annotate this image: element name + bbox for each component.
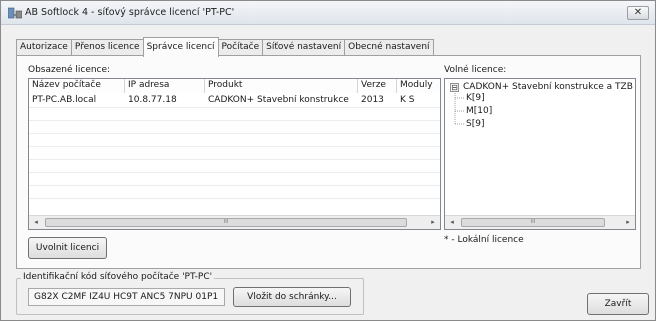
cell-version: 2013 bbox=[361, 95, 384, 105]
row-divider bbox=[29, 172, 440, 173]
table-horizontal-scrollbar[interactable]: ◂ III ▸ bbox=[29, 215, 440, 229]
scroll-right-icon[interactable]: ▸ bbox=[621, 216, 635, 229]
computer-id-field[interactable]: G82X C2MF IZ4U HC9T ANC5 7NPU 01P1 bbox=[28, 288, 225, 306]
column-header-product[interactable]: Produkt bbox=[205, 79, 358, 93]
tab-autorizace[interactable]: Autorizace bbox=[16, 39, 72, 56]
close-icon: ✕ bbox=[633, 7, 643, 18]
row-divider bbox=[29, 159, 440, 160]
row-divider bbox=[29, 198, 440, 199]
scroll-right-icon[interactable]: ▸ bbox=[426, 216, 440, 229]
tree-child-k[interactable]: K[9] bbox=[466, 93, 485, 104]
scroll-thumb[interactable]: III bbox=[461, 218, 605, 227]
row-divider bbox=[29, 146, 440, 147]
tree-horizontal-scrollbar[interactable]: ◂ III ▸ bbox=[445, 215, 635, 229]
column-header-modules[interactable]: Moduly bbox=[397, 79, 440, 93]
window-title: AB Softlock 4 - síťový správce licencí '… bbox=[25, 7, 235, 18]
column-header-computer[interactable]: Název počítače bbox=[29, 79, 125, 93]
title-bar: AB Softlock 4 - síťový správce licencí '… bbox=[1, 1, 655, 25]
tab-obecne-nastaveni[interactable]: Obecné nastavení bbox=[344, 39, 434, 56]
close-window-button[interactable]: ✕ bbox=[627, 6, 649, 20]
local-license-note: * - Lokální licence bbox=[444, 235, 524, 245]
column-header-ip[interactable]: IP adresa bbox=[125, 79, 205, 93]
scroll-thumb[interactable]: III bbox=[45, 218, 407, 227]
occupied-licenses-table[interactable]: Název počítače IP adresa Produkt Verze M… bbox=[28, 78, 441, 230]
scroll-left-icon[interactable]: ◂ bbox=[29, 216, 43, 229]
tab-strip: Autorizace Přenos licence Správce licenc… bbox=[16, 37, 434, 57]
tree-child-m[interactable]: M[10] bbox=[466, 106, 492, 117]
free-licenses-tree[interactable]: ⊟ CADKON+ Stavební konstrukce a TZB 2013… bbox=[444, 78, 636, 230]
close-button[interactable]: Zavřít bbox=[587, 293, 649, 315]
table-header: Název počítače IP adresa Produkt Verze M… bbox=[29, 79, 440, 93]
tree-child-s[interactable]: S[9] bbox=[466, 119, 484, 130]
tab-prenos-licence[interactable]: Přenos licence bbox=[70, 39, 144, 56]
column-header-version[interactable]: Verze bbox=[358, 79, 397, 93]
app-icon bbox=[8, 7, 22, 19]
tab-sitove-nastaveni[interactable]: Síťové nastavení bbox=[262, 39, 346, 56]
app-window: AB Softlock 4 - síťový správce licencí '… bbox=[0, 0, 656, 321]
row-divider bbox=[29, 107, 440, 108]
occupied-licenses-label: Obsazené licence: bbox=[28, 65, 111, 75]
copy-to-clipboard-button[interactable]: Vložit do schránky... bbox=[233, 287, 351, 307]
free-licenses-label: Volné licence: bbox=[444, 65, 507, 75]
cell-ip: 10.8.77.18 bbox=[128, 95, 177, 105]
release-license-button[interactable]: Uvolnit licenci bbox=[28, 237, 107, 259]
tree-root-product[interactable]: CADKON+ Stavební konstrukce a TZB 2013 bbox=[463, 82, 635, 93]
row-divider bbox=[29, 133, 440, 134]
cell-modules: K S bbox=[400, 95, 415, 105]
cell-computer: PT-PC.AB.local bbox=[32, 95, 97, 105]
tab-pocitace[interactable]: Počítače bbox=[217, 39, 264, 56]
scroll-left-icon[interactable]: ◂ bbox=[445, 216, 459, 229]
computer-id-group-title: Identifikační kód síťového počítače 'PT-… bbox=[21, 272, 215, 282]
cell-product: CADKON+ Stavební konstrukce bbox=[208, 95, 349, 105]
tab-spravce-licenci[interactable]: Správce licencí bbox=[142, 37, 219, 57]
row-divider bbox=[29, 120, 440, 121]
row-divider bbox=[29, 185, 440, 186]
